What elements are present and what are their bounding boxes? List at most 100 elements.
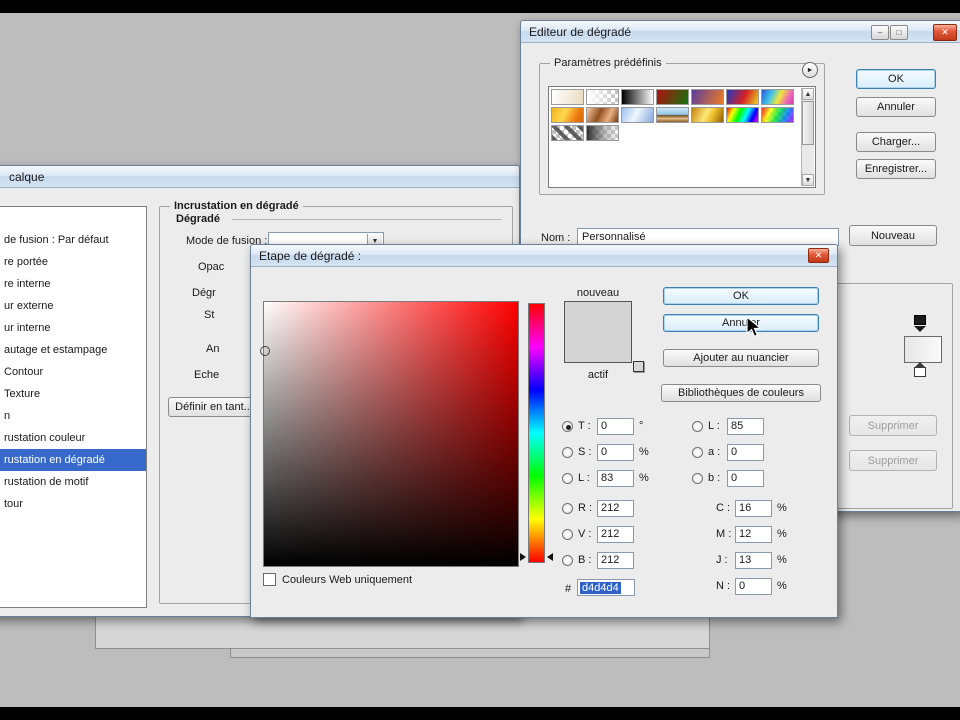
hsb-fields: T : 0 ° S : 0% L : 83%: [562, 413, 649, 491]
web-color-cube-icon[interactable]: [633, 361, 644, 372]
hue-slider-left-arrow-icon[interactable]: [520, 553, 526, 561]
gradient-preset-swatch[interactable]: [656, 107, 689, 123]
layer-style-list-item[interactable]: rustation de motif: [0, 471, 146, 493]
web-colors-only-checkbox[interactable]: [263, 573, 276, 586]
gradient-editor-titlebar[interactable]: Editeur de dégradé – □ ✕: [521, 21, 960, 43]
angle-label-fragment: An: [206, 343, 220, 355]
scrollbar-thumb[interactable]: [802, 101, 814, 145]
hue-slider-right-arrow-icon[interactable]: [547, 553, 553, 561]
gradient-preset-swatch[interactable]: [551, 107, 584, 123]
layer-style-list-item[interactable]: rustation couleur: [0, 427, 146, 449]
field-input[interactable]: 83: [597, 469, 634, 487]
gradient-preset-swatch[interactable]: [621, 107, 654, 123]
gradient-preset-swatch[interactable]: [586, 107, 619, 123]
gradient-preset-swatch[interactable]: [726, 107, 759, 123]
field-input[interactable]: 212: [597, 551, 634, 569]
radio-L[interactable]: [692, 420, 703, 432]
maximize-icon[interactable]: □: [890, 25, 908, 40]
minimize-icon[interactable]: –: [871, 25, 889, 40]
section-divider: [232, 219, 502, 220]
color-value-row: J : 13%: [716, 547, 787, 573]
color-picker-title: Etape de dégradé :: [259, 248, 362, 263]
layer-style-list-item[interactable]: n: [0, 405, 146, 427]
layer-style-list-item[interactable]: re interne: [0, 273, 146, 295]
presets-scrollbar[interactable]: ▲ ▼: [801, 88, 814, 186]
layer-style-list-item[interactable]: Contour: [0, 361, 146, 383]
presets-menu-icon[interactable]: ►: [802, 62, 818, 78]
delete-opacity-stop-button[interactable]: Supprimer: [849, 415, 937, 436]
field-suffix: °: [639, 420, 644, 432]
gradient-label-fragment: Dégr: [192, 287, 216, 299]
color-libraries-button[interactable]: Bibliothèques de couleurs: [661, 384, 821, 402]
field-suffix: %: [639, 446, 649, 458]
layer-style-titlebar[interactable]: calque: [0, 166, 519, 188]
field-input[interactable]: 0: [727, 469, 764, 487]
opacity-stop-icon[interactable]: [914, 315, 926, 332]
gradient-preset-swatch[interactable]: [656, 89, 689, 105]
gradient-preset-swatch[interactable]: [691, 89, 724, 105]
radio-a[interactable]: [692, 446, 703, 458]
close-icon[interactable]: ✕: [933, 24, 957, 41]
hex-input[interactable]: d4d4d4: [577, 579, 635, 596]
radio-R[interactable]: [562, 502, 573, 514]
field-input[interactable]: 85: [727, 417, 764, 435]
add-to-swatches-button[interactable]: Ajouter au nuancier: [663, 349, 819, 367]
layer-style-list[interactable]: de fusion : Par défaut re portée re intern…: [0, 206, 147, 608]
layer-style-list-item[interactable]: ur interne: [0, 317, 146, 339]
radio-B[interactable]: [562, 554, 573, 566]
gradient-preset-swatch[interactable]: [761, 89, 794, 105]
field-label: S :: [578, 446, 592, 458]
cancel-button[interactable]: Annuler: [856, 97, 936, 117]
radio-b[interactable]: [692, 472, 703, 484]
field-input[interactable]: 13: [735, 551, 772, 569]
layer-style-list-item[interactable]: autage et estampage: [0, 339, 146, 361]
color-stop-icon[interactable]: [914, 362, 926, 377]
ok-button[interactable]: OK: [663, 287, 819, 305]
color-picker-titlebar[interactable]: Etape de dégradé : ✕: [251, 245, 837, 267]
color-field-marker[interactable]: [260, 346, 270, 356]
field-input[interactable]: 0: [727, 443, 764, 461]
close-icon[interactable]: ✕: [808, 248, 829, 263]
field-input[interactable]: 0: [735, 577, 772, 595]
layer-style-list-item[interactable]: de fusion : Par défaut: [0, 229, 146, 251]
color-field[interactable]: [260, 301, 519, 567]
field-input[interactable]: 12: [735, 525, 772, 543]
gradient-preset-swatch[interactable]: [551, 125, 584, 141]
radio-T[interactable]: [562, 420, 573, 432]
field-input[interactable]: 16: [735, 499, 772, 517]
gradient-preset-swatch[interactable]: [691, 107, 724, 123]
gradient-preset-swatch[interactable]: [761, 107, 794, 123]
radio-V[interactable]: [562, 528, 573, 540]
color-picker-dialog: Etape de dégradé : ✕ nouveau actif OK An…: [250, 244, 838, 618]
scroll-up-icon[interactable]: ▲: [802, 88, 814, 100]
field-input[interactable]: 0: [597, 417, 634, 435]
scroll-down-icon[interactable]: ▼: [802, 174, 814, 186]
layer-style-list-item[interactable]: re portée: [0, 251, 146, 273]
field-label: B :: [578, 554, 592, 566]
gradient-preset-swatch[interactable]: [551, 89, 584, 105]
hue-slider[interactable]: [528, 303, 545, 563]
new-button[interactable]: Nouveau: [849, 225, 937, 246]
gradient-preset-swatch[interactable]: [726, 89, 759, 105]
field-input[interactable]: 0: [597, 443, 634, 461]
define-default-button[interactable]: Définir en tant...: [168, 397, 260, 417]
gradient-preset-swatch[interactable]: [586, 89, 619, 105]
field-input[interactable]: 212: [597, 499, 634, 517]
gradient-bar-end[interactable]: [904, 336, 942, 363]
field-input[interactable]: 212: [597, 525, 634, 543]
load-button[interactable]: Charger...: [856, 132, 936, 152]
layer-style-list-item[interactable]: tour: [0, 493, 146, 515]
radio-L[interactable]: [562, 472, 573, 484]
layer-style-list-item[interactable]: Texture: [0, 383, 146, 405]
radio-S[interactable]: [562, 446, 573, 458]
gradient-preset-swatch[interactable]: [621, 89, 654, 105]
cancel-button[interactable]: Annuler: [663, 314, 819, 332]
gradient-preset-swatch[interactable]: [586, 125, 619, 141]
layer-style-list-item[interactable]: ur externe: [0, 295, 146, 317]
ok-button[interactable]: OK: [856, 69, 936, 89]
gradient-editor-title: Editeur de dégradé: [529, 24, 632, 39]
gradient-overlay-group-title: Incrustation en dégradé: [170, 200, 303, 212]
save-button[interactable]: Enregistrer...: [856, 159, 936, 179]
layer-style-list-item[interactable]: rustation en dégradé: [0, 449, 146, 471]
delete-color-stop-button[interactable]: Supprimer: [849, 450, 937, 471]
